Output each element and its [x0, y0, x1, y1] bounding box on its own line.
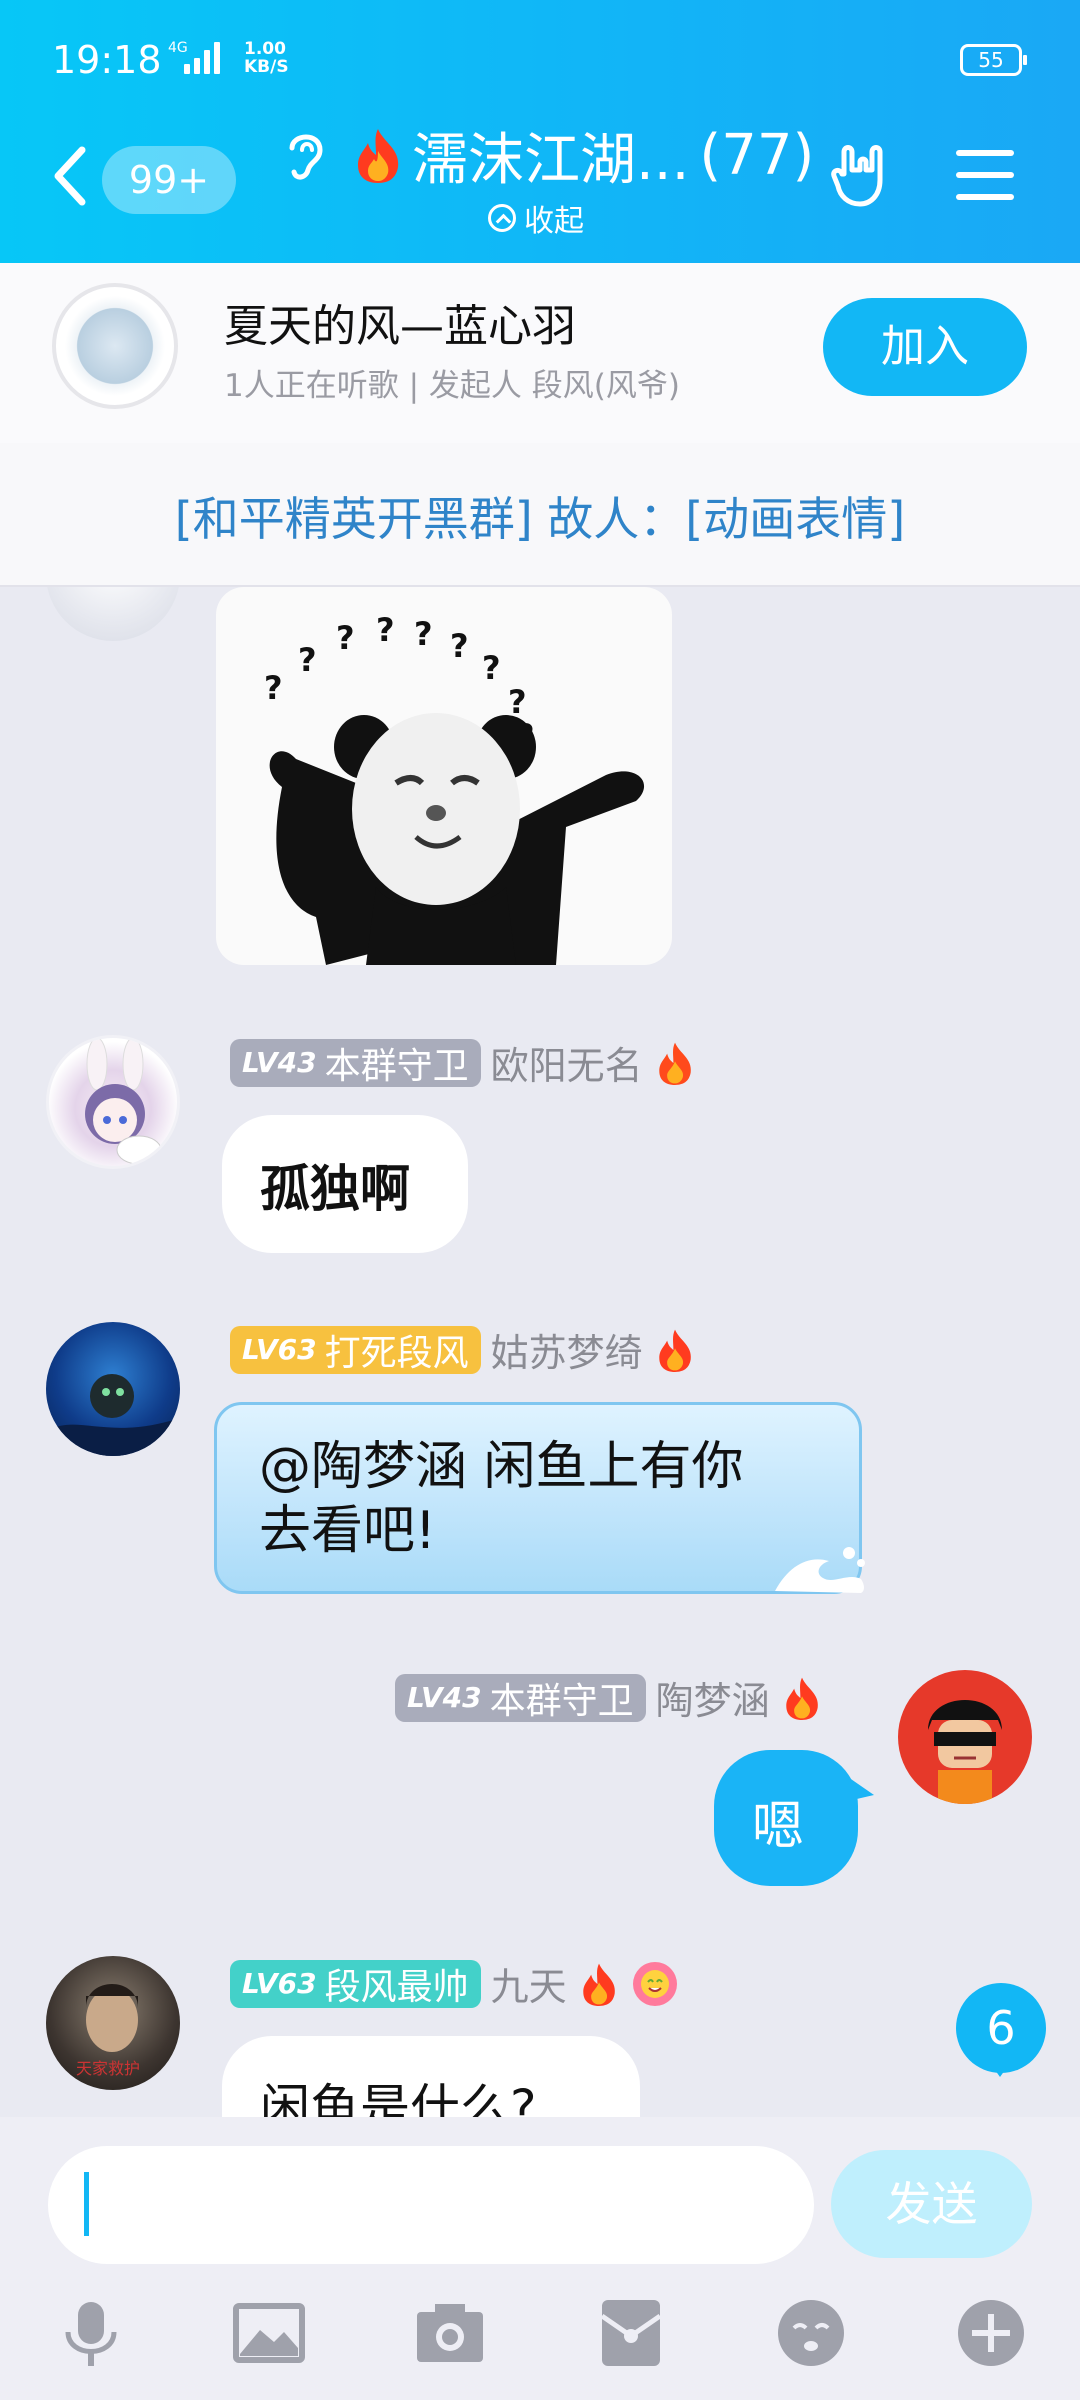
avatar[interactable]: [898, 1670, 1032, 1804]
question-mark: ?: [298, 641, 317, 679]
fire-icon: [358, 129, 399, 183]
fire-icon: [658, 1329, 691, 1372]
album-cover[interactable]: [52, 283, 178, 409]
avatar[interactable]: [46, 1035, 180, 1169]
message-bubble[interactable]: 闲鱼是什么?: [222, 2036, 640, 2117]
group-name: 濡沫江湖...: [412, 127, 690, 193]
net-speed: 1.00 KB/S: [244, 39, 289, 77]
message-text: @陶梦涵 闲鱼上有你 去看吧!: [259, 1437, 744, 1561]
battery-icon: 55: [960, 44, 1027, 76]
panda-sticker-image: ? ? ? ? ? ? ? ? ?: [264, 611, 645, 965]
sender-info: LV63 打死段风 姑苏梦绮: [230, 1322, 697, 1377]
join-button[interactable]: 加入: [823, 298, 1027, 396]
level-badge: LV43 本群守卫: [230, 1038, 481, 1087]
level-badge: LV43 本群守卫: [395, 1673, 646, 1722]
question-mark: ?: [450, 627, 469, 665]
fire-icon: [582, 1963, 615, 2006]
avatar-image: [928, 1700, 1002, 1804]
message-text: 嗯: [752, 1797, 805, 1857]
camera-icon[interactable]: [413, 2296, 487, 2370]
emoji-icon[interactable]: [774, 2296, 848, 2370]
sender-info: LV43 本群守卫 欧阳无名: [230, 1035, 697, 1090]
svg-text:天家救护: 天家救护: [76, 2059, 140, 2078]
sender-info: LV63 段风最帅 九天: [230, 1956, 679, 2011]
sender-name[interactable]: 欧阳无名: [491, 1035, 643, 1090]
message-text: 孤独啊: [260, 1159, 410, 1218]
sender-info: LV43 本群守卫 陶梦涵: [395, 1670, 824, 1725]
question-mark: ?: [482, 649, 501, 687]
unread-badge[interactable]: 99+: [102, 146, 236, 214]
chat-title[interactable]: 濡沫江湖... (77): [350, 120, 815, 193]
level-badge: LV63 打死段风: [230, 1325, 481, 1374]
collapse-button[interactable]: 收起: [488, 196, 584, 240]
fire-icon: [658, 1042, 691, 1085]
message-text: 闲鱼是什么?: [260, 2079, 537, 2117]
avatar-image: [85, 1038, 162, 1165]
image-icon[interactable]: [232, 2296, 306, 2370]
member-count: (77): [699, 122, 815, 188]
question-mark: ?: [376, 611, 395, 649]
collapse-label: 收起: [524, 204, 584, 239]
chat-header: 19:18 4G 1.00 KB/S 55 99+ 濡沫江湖... (77) 收…: [0, 0, 1080, 263]
new-message-count[interactable]: 6: [956, 1983, 1046, 2077]
avatar[interactable]: 天家救护: [46, 1956, 180, 2090]
message-bubble[interactable]: 孤独啊: [222, 1115, 468, 1253]
collapse-icon: [488, 204, 516, 232]
question-mark: ?: [414, 615, 433, 653]
sender-name[interactable]: 陶梦涵: [656, 1670, 770, 1725]
flower-smile-icon: [632, 1961, 677, 2006]
send-button[interactable]: 发送: [831, 2150, 1032, 2258]
status-time: 19:18: [52, 38, 162, 82]
message-input[interactable]: [48, 2146, 814, 2264]
back-arrow-icon[interactable]: [52, 146, 88, 206]
message-bubble[interactable]: @陶梦涵 闲鱼上有你 去看吧!: [214, 1402, 865, 1594]
question-mark: ?: [508, 683, 527, 721]
avatar[interactable]: [46, 1322, 180, 1456]
avatar-image: [46, 1374, 180, 1456]
level-badge: LV63 段风最帅: [230, 1959, 481, 2008]
notice-text: [和平精英开黑群] 故人：[动画表情]: [174, 492, 906, 546]
ear-icon[interactable]: [282, 126, 328, 186]
mic-icon[interactable]: [54, 2296, 128, 2370]
message-list[interactable]: ? ? ? ? ? ? ? ? ?: [0, 587, 1080, 2117]
red-packet-icon[interactable]: [594, 2296, 668, 2370]
message-bubble[interactable]: 嗯: [714, 1750, 858, 1886]
plus-icon[interactable]: [954, 2296, 1028, 2370]
question-mark: ?: [336, 619, 355, 657]
avatar-image: 天家救护: [76, 1984, 140, 2078]
text-cursor: [84, 2172, 89, 2236]
avatar[interactable]: [46, 587, 180, 641]
latest-message-notice[interactable]: [和平精英开黑群] 故人：[动画表情]: [0, 443, 1080, 587]
listening-info: 1人正在听歌 | 发起人 段风(风爷): [224, 368, 680, 404]
sender-name[interactable]: 九天: [491, 1956, 567, 2011]
panda-sticker[interactable]: ? ? ? ? ? ? ? ? ?: [216, 587, 672, 965]
bubble-tail: [848, 1777, 874, 1801]
menu-icon[interactable]: [956, 150, 1014, 202]
signal-icon: [184, 40, 220, 74]
fire-icon: [785, 1677, 818, 1720]
sender-name[interactable]: 姑苏梦绮: [491, 1322, 643, 1377]
question-mark: ?: [264, 669, 283, 707]
song-title: 夏天的风—蓝心羽: [224, 301, 576, 352]
rock-hand-icon[interactable]: [830, 140, 900, 210]
wave-decoration: [775, 1547, 865, 1593]
